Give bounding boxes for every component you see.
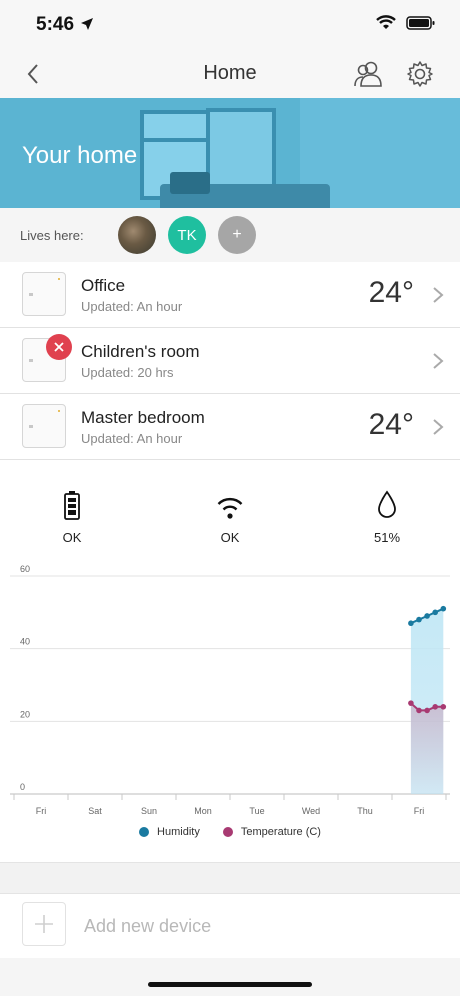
offline-alert-icon — [46, 334, 72, 360]
avatar-tk[interactable]: TK — [168, 216, 206, 254]
device-status-metrics: OK OK 51% — [0, 488, 460, 552]
room-row-childrens-room[interactable]: Children's room Updated: 20 hrs — [0, 328, 460, 394]
lives-here-row: Lives here: TK + — [0, 208, 460, 262]
thermostat-device-icon — [22, 272, 66, 316]
x-tick-label: Fri — [36, 806, 47, 816]
x-tick-label: Tue — [249, 806, 264, 816]
avatar[interactable] — [118, 216, 156, 254]
series-area-1 — [410, 703, 444, 794]
data-point — [408, 620, 414, 627]
room-updated: Updated: 20 hrs — [81, 365, 174, 380]
add-new-device-label: Add new device — [84, 916, 212, 936]
room-temperature: 24° — [368, 408, 414, 441]
wifi-status: OK — [220, 530, 240, 545]
x-tick-label: Sat — [88, 806, 102, 816]
room-row-office[interactable]: Office Updated: An hour 24° — [0, 262, 460, 328]
data-point — [416, 707, 422, 714]
chart-legend: Humidity Temperature (C) — [0, 826, 460, 846]
battery-metric: OK — [32, 488, 112, 545]
data-point — [424, 613, 430, 619]
room-temperature: 24° — [368, 276, 414, 309]
battery-status: OK — [62, 530, 82, 545]
data-point — [416, 616, 422, 623]
room-updated: Updated: An hour — [81, 299, 183, 314]
data-point — [408, 700, 414, 706]
add-member-button[interactable]: + — [218, 216, 256, 254]
water-drop-icon — [378, 490, 396, 518]
gear-icon[interactable] — [406, 60, 434, 88]
room-name: Master bedroom — [81, 408, 205, 427]
data-point — [432, 609, 439, 616]
humidity-value: 51% — [373, 530, 401, 545]
x-tick-label: Mon — [194, 806, 212, 816]
x-tick-label: Wed — [302, 806, 320, 816]
legend-dot-temperature — [222, 827, 233, 837]
hero-title: Your home — [22, 142, 138, 169]
y-tick-label: 40 — [20, 637, 30, 647]
bottom-area — [0, 958, 460, 996]
thermostat-device-icon — [22, 404, 66, 448]
location-arrow-icon — [81, 18, 93, 30]
battery-icon — [64, 491, 80, 520]
chevron-right-icon — [433, 419, 444, 435]
lives-here-label: Lives here: — [20, 228, 84, 243]
chevron-right-icon — [433, 287, 444, 303]
status-battery-icon — [406, 16, 435, 30]
chevron-right-icon — [433, 353, 444, 369]
hero-cushion — [170, 172, 210, 194]
legend-label-humidity: Humidity — [157, 826, 200, 838]
room-name: Office — [81, 276, 126, 295]
y-tick-label: 20 — [20, 709, 30, 719]
signal-wifi-icon — [376, 15, 396, 29]
status-icons — [376, 15, 436, 31]
x-tick-label: Thu — [357, 806, 373, 816]
data-point — [424, 707, 430, 714]
status-time: 5:46 — [36, 14, 75, 35]
legend-label-temperature: Temperature (C) — [240, 826, 321, 838]
home-hero-banner: Your home — [0, 98, 460, 208]
x-tick-label: Fri — [414, 806, 425, 816]
humidity-metric: 51% — [347, 488, 427, 545]
room-row-master-bedroom[interactable]: Master bedroom Updated: An hour 24° — [0, 394, 460, 460]
wifi-metric: OK — [190, 488, 270, 545]
add-new-device-button[interactable]: Add new device — [0, 894, 460, 958]
x-tick-label: Sun — [141, 806, 157, 816]
home-indicator[interactable] — [148, 982, 312, 987]
history-chart: 0 20 40 60 Fri Sat Sun Mon Tue Wed Thu Fri — [10, 564, 450, 816]
status-bar: 5:46 — [0, 0, 460, 50]
users-icon[interactable] — [352, 60, 384, 88]
room-updated: Updated: An hour — [81, 431, 183, 446]
wifi-icon — [217, 497, 243, 519]
data-point — [432, 704, 439, 710]
section-divider — [0, 862, 460, 894]
legend-item-humidity: Humidity — [139, 826, 200, 838]
legend-item-temperature: Temperature (C) — [222, 826, 321, 838]
nav-bar: Home — [0, 50, 460, 98]
y-tick-label: 60 — [20, 564, 30, 574]
data-point — [440, 704, 447, 710]
room-name: Children's room — [81, 342, 200, 361]
plus-icon — [35, 915, 53, 933]
page-title: Home — [203, 62, 257, 84]
add-box — [22, 902, 66, 946]
y-tick-label: 0 — [20, 782, 25, 792]
data-point — [440, 605, 447, 612]
legend-dot-humidity — [139, 827, 150, 837]
